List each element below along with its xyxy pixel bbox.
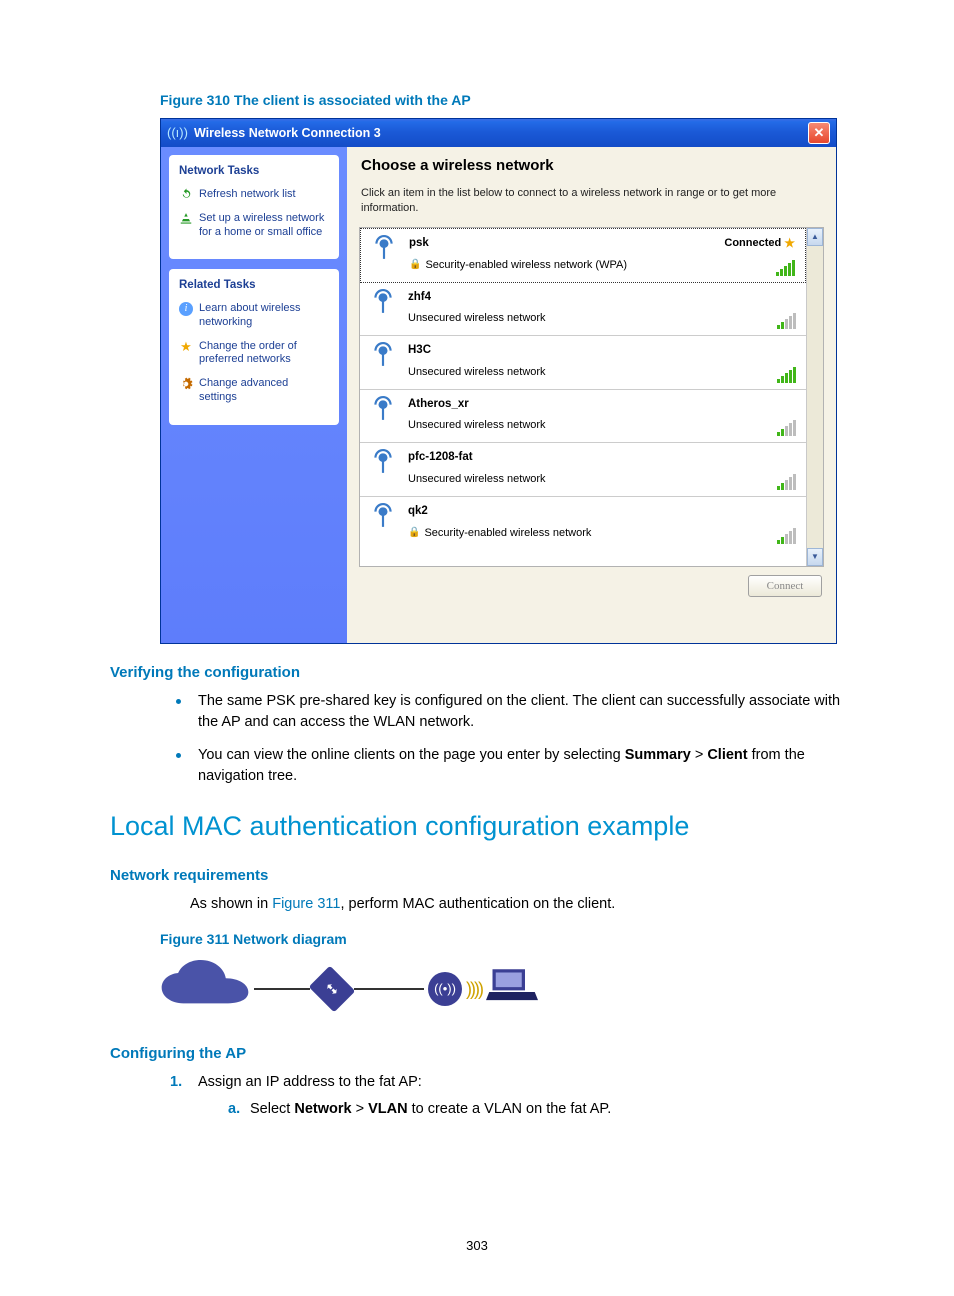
network-item-pfc[interactable]: pfc-1208-fat Unsecured wireless network <box>360 443 806 497</box>
signal-bars-icon <box>777 313 796 329</box>
network-list: psk 🔒 Security-enabled wireless network (… <box>360 228 806 566</box>
network-item-zhf4[interactable]: zhf4 Unsecured wireless network <box>360 283 806 337</box>
link-line <box>254 988 310 990</box>
refresh-label: Refresh network list <box>199 188 296 202</box>
antenna-icon <box>371 235 399 276</box>
refresh-network-list-link[interactable]: Refresh network list <box>179 188 329 202</box>
change-advanced-link[interactable]: Change advanced settings <box>179 377 329 405</box>
net-name: qk2 <box>408 503 710 520</box>
lock-icon: 🔒 <box>409 258 421 273</box>
signal-bars-icon <box>776 260 795 276</box>
page-number: 303 <box>0 1237 954 1256</box>
star-icon: ★ <box>179 340 193 354</box>
lock-icon: 🔒 <box>408 526 420 541</box>
signal-bars-icon <box>777 367 796 383</box>
wifi-titlebar-icon: ((ı)) <box>167 124 188 143</box>
network-item-qk2[interactable]: qk2 🔒 Security-enabled wireless network <box>360 497 806 550</box>
scroll-up-button[interactable]: ▲ <box>807 228 823 246</box>
network-item-psk[interactable]: psk 🔒 Security-enabled wireless network (… <box>360 228 806 283</box>
connected-label: Connected <box>724 236 781 252</box>
related-tasks-heading: Related Tasks <box>179 277 329 294</box>
figure-310-caption: Figure 310 The client is associated with… <box>160 90 844 110</box>
favorite-star-icon: ★ <box>784 235 795 252</box>
signal-bars-icon <box>777 420 796 436</box>
step-1a: a. Select Network > VLAN to create a VLA… <box>228 1099 844 1120</box>
step-1: 1. Assign an IP address to the fat AP: a… <box>170 1072 844 1120</box>
refresh-icon <box>179 188 193 202</box>
antenna-icon <box>370 342 398 383</box>
net-name: pfc-1208-fat <box>408 449 710 466</box>
signal-bars-icon <box>777 474 796 490</box>
scroll-down-button[interactable]: ▼ <box>807 548 823 566</box>
network-tasks-heading: Network Tasks <box>179 163 329 180</box>
net-name: H3C <box>408 342 710 359</box>
verify-bullet-2: You can view the online clients on the p… <box>170 745 844 787</box>
configuring-ap-heading: Configuring the AP <box>110 1043 844 1065</box>
gear-icon <box>179 377 193 391</box>
net-name: Atheros_xr <box>408 396 710 413</box>
network-diagram: ((•)) )))) <box>160 960 844 1019</box>
antenna-icon <box>370 396 398 437</box>
figure-311-caption: Figure 311 Network diagram <box>160 929 844 949</box>
instructions-text: Click an item in the list below to conne… <box>361 186 822 215</box>
signal-bars-icon <box>777 528 796 544</box>
verifying-heading: Verifying the configuration <box>110 662 844 684</box>
scrollbar[interactable]: ▲ ▼ <box>806 228 823 566</box>
net-name: zhf4 <box>408 289 710 306</box>
net-security: Unsecured wireless network <box>408 365 546 381</box>
net-security: Unsecured wireless network <box>408 418 546 434</box>
network-requirements-heading: Network requirements <box>110 865 844 887</box>
close-button[interactable]: ✕ <box>808 122 830 144</box>
wireless-signal-icon: )))) <box>466 976 482 1002</box>
switch-icon <box>314 974 350 1004</box>
info-icon: i <box>179 302 193 316</box>
change-order-link[interactable]: ★ Change the order of preferred networks <box>179 340 329 368</box>
titlebar: ((ı)) Wireless Network Connection 3 ✕ <box>161 119 836 147</box>
wireless-dialog: ((ı)) Wireless Network Connection 3 ✕ Ne… <box>160 118 837 643</box>
learn-label: Learn about wireless networking <box>199 302 329 330</box>
right-panel: Choose a wireless network Click an item … <box>347 147 836 642</box>
network-item-h3c[interactable]: H3C Unsecured wireless network <box>360 336 806 390</box>
net-security: Unsecured wireless network <box>408 311 546 327</box>
dialog-title: Wireless Network Connection 3 <box>194 124 381 142</box>
setup-network-link[interactable]: Set up a wireless network for a home or … <box>179 212 329 240</box>
antenna-icon <box>370 449 398 490</box>
ap-icon: ((•)) <box>428 972 462 1006</box>
antenna-icon <box>370 289 398 330</box>
scroll-track[interactable] <box>807 246 823 548</box>
antenna-icon <box>370 503 398 544</box>
net-security: Unsecured wireless network <box>408 472 546 488</box>
netreq-text: As shown in Figure 311, perform MAC auth… <box>190 894 844 915</box>
net-security: Security-enabled wireless network <box>424 526 591 542</box>
change-advanced-label: Change advanced settings <box>199 377 329 405</box>
section-heading: Local MAC authentication configuration e… <box>110 807 844 846</box>
connect-button[interactable]: Connect <box>748 575 822 597</box>
choose-network-heading: Choose a wireless network <box>361 157 822 174</box>
network-item-atheros[interactable]: Atheros_xr Unsecured wireless network <box>360 390 806 444</box>
cloud-icon <box>160 960 250 1019</box>
verify-bullet-1: The same PSK pre-shared key is configure… <box>170 691 844 733</box>
change-order-label: Change the order of preferred networks <box>199 340 329 368</box>
learn-link[interactable]: i Learn about wireless networking <box>179 302 329 330</box>
figure-311-link[interactable]: Figure 311 <box>272 896 340 912</box>
left-task-panel: Network Tasks Refresh network list Set u… <box>161 147 347 642</box>
laptop-icon <box>486 966 538 1012</box>
setup-label: Set up a wireless network for a home or … <box>199 212 329 240</box>
link-line <box>354 988 424 990</box>
net-security: Security-enabled wireless network (WPA) <box>425 258 627 274</box>
net-name: psk <box>409 235 709 252</box>
setup-icon <box>179 212 193 226</box>
